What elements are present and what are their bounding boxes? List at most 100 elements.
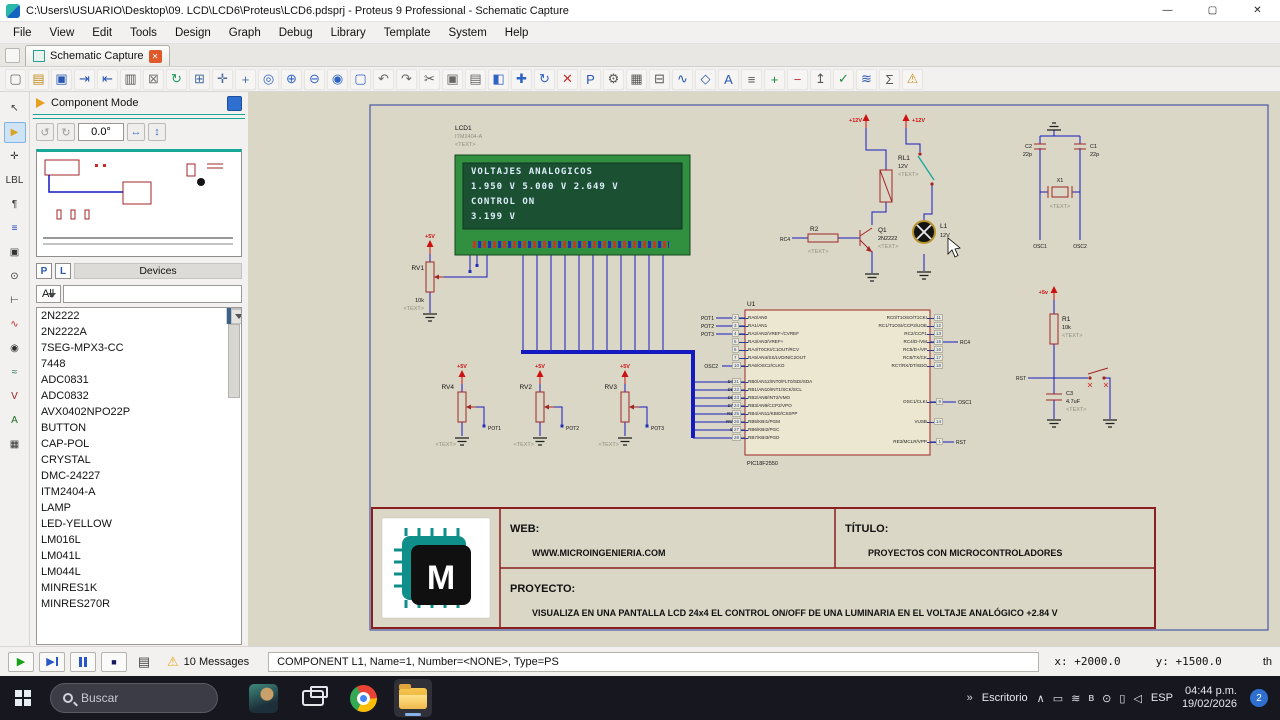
copy-icon[interactable]: ▣ (442, 68, 463, 90)
menu-item[interactable]: Design (166, 22, 220, 44)
current-probe-icon[interactable]: A (4, 410, 26, 431)
root-sheet-icon[interactable] (227, 95, 242, 111)
component-x1[interactable]: X1 <TEXT> (1047, 178, 1073, 210)
language-indicator[interactable]: ESP (1151, 692, 1173, 704)
simulate-step-button[interactable]: ▶ (39, 651, 65, 672)
bill-of-materials-icon[interactable]: Σ (879, 68, 900, 90)
menu-item[interactable]: Debug (270, 22, 322, 44)
menu-item[interactable]: System (439, 22, 495, 44)
packaging-tool-icon[interactable]: ▦ (626, 68, 647, 90)
block-copy-icon[interactable]: ◧ (488, 68, 509, 90)
menu-item[interactable]: View (41, 22, 84, 44)
origin-icon[interactable]: ✛ (212, 68, 233, 90)
menu-item[interactable]: Library (322, 22, 375, 44)
mark-area-icon[interactable]: ⊠ (143, 68, 164, 90)
warning-icon[interactable]: ⚠ (167, 654, 179, 670)
power-12v-icon[interactable] (862, 113, 870, 129)
device-list-scrollbar[interactable] (226, 308, 241, 398)
zoom-in-icon[interactable]: ⊕ (281, 68, 302, 90)
power-12v-icon[interactable] (902, 113, 910, 129)
save-file-icon[interactable]: ▣ (51, 68, 72, 90)
component-c2[interactable]: C2 22p (1023, 143, 1046, 158)
scroll-down-icon[interactable] (231, 309, 241, 324)
tab-close-icon[interactable]: ✕ (148, 49, 162, 63)
simulate-pause-button[interactable] (70, 651, 96, 672)
ground-icon[interactable] (916, 271, 932, 280)
design-explorer-icon[interactable]: ≡ (741, 68, 762, 90)
wire-autorouter-icon[interactable]: ∿ (672, 68, 693, 90)
exit-sheet-icon[interactable]: ↥ (810, 68, 831, 90)
new-sheet-icon[interactable]: + (764, 68, 785, 90)
device-list-item[interactable]: CAP-POL (37, 436, 225, 452)
ground-icon[interactable] (454, 437, 470, 446)
block-move-icon[interactable]: ✚ (511, 68, 532, 90)
ground-icon[interactable] (1046, 419, 1062, 428)
ground-icon[interactable] (1046, 122, 1062, 131)
device-list-item[interactable]: 2N2222A (37, 324, 225, 340)
device-list-item[interactable]: ADC0831 (37, 372, 225, 388)
component-q1[interactable]: Q1 2N2222 <TEXT> (859, 227, 898, 253)
minimize-button[interactable]: — (1145, 0, 1190, 22)
chrome-icon[interactable] (344, 679, 382, 717)
component-l1[interactable]: L1 12V (912, 220, 950, 244)
paste-icon[interactable]: ▤ (465, 68, 486, 90)
keyboard-icon[interactable]: ▤ (132, 653, 156, 671)
virtual-instruments-icon[interactable]: ▦ (4, 434, 26, 455)
zoom-out-icon[interactable]: ⊖ (304, 68, 325, 90)
device-list-item[interactable]: LM044L (37, 564, 225, 580)
redraw-icon[interactable]: ↻ (166, 68, 187, 90)
wire-label-icon[interactable]: LBL (4, 170, 26, 191)
chevron-right-icon[interactable]: » (967, 692, 973, 704)
center-view-icon[interactable]: ◎ (258, 68, 279, 90)
device-filter-input[interactable] (63, 285, 242, 303)
component-rv1[interactable]: RV1 10k <TEXT> (404, 261, 445, 312)
menu-item[interactable]: Edit (83, 22, 121, 44)
close-button[interactable]: ✕ (1235, 0, 1280, 22)
power-5v-icon[interactable] (1050, 285, 1058, 301)
pick-parts-button[interactable]: P (36, 263, 52, 279)
device-list-item[interactable]: CRYSTAL (37, 452, 225, 468)
subcircuit-icon[interactable]: ▣ (4, 242, 26, 263)
network-icon[interactable]: ≋ (1071, 692, 1080, 705)
file-explorer-icon[interactable] (394, 679, 432, 717)
block-delete-icon[interactable]: ✕ (557, 68, 578, 90)
device-list-item[interactable]: LM041L (37, 548, 225, 564)
block-rotate-icon[interactable]: ↻ (534, 68, 555, 90)
device-list-item[interactable]: ADC0832 (37, 388, 225, 404)
taskbar-search[interactable] (50, 683, 218, 713)
device-list-item[interactable]: BUTTON (37, 420, 225, 436)
bluetooth-icon[interactable]: ʙ (1088, 692, 1094, 704)
device-list-item[interactable]: AVX0402NPO22P (37, 404, 225, 420)
zoom-area-icon[interactable]: ▢ (350, 68, 371, 90)
menu-item[interactable]: Tools (121, 22, 166, 44)
open-file-icon[interactable]: ▤ (28, 68, 49, 90)
import-icon[interactable]: ⇥ (74, 68, 95, 90)
scrollbar-thumb[interactable] (228, 324, 240, 398)
task-view-icon[interactable] (294, 679, 332, 717)
volume-icon[interactable]: ◁ (1133, 692, 1141, 705)
rotate-ccw-button[interactable]: ↺ (36, 123, 54, 141)
component-mode-icon[interactable]: ▶ (3, 122, 26, 143)
mirror-vertical-button[interactable]: ↕ (148, 123, 166, 141)
voltage-probe-icon[interactable]: V (4, 386, 26, 407)
ground-icon[interactable] (1102, 419, 1118, 428)
component-r2[interactable]: R2 <TEXT> (807, 226, 839, 255)
simulation-log-icon[interactable]: ⚠ (902, 68, 923, 90)
make-device-icon[interactable]: ⚙ (603, 68, 624, 90)
rotation-angle-input[interactable] (78, 123, 124, 141)
device-list-item[interactable]: LAMP (37, 500, 225, 516)
print-icon[interactable]: ▥ (120, 68, 141, 90)
schematic-overview[interactable] (36, 149, 242, 257)
device-list-item[interactable]: 2N2222 (37, 308, 225, 324)
device-list-item[interactable]: ITM2404-A (37, 484, 225, 500)
device-pins-icon[interactable]: ⊢ (4, 290, 26, 311)
menu-item[interactable]: Template (375, 22, 440, 44)
device-list-item[interactable]: MINRES1K (37, 580, 225, 596)
generator-icon[interactable]: ≈ (4, 362, 26, 383)
tab-schematic-capture[interactable]: Schematic Capture ✕ (25, 45, 170, 66)
power-5v-icon[interactable] (536, 369, 544, 385)
cut-icon[interactable]: ✂ (419, 68, 440, 90)
start-button[interactable] (0, 676, 46, 720)
buses-icon[interactable]: ≡ (4, 218, 26, 239)
clock[interactable]: 04:44 p.m. 19/02/2026 (1182, 685, 1237, 711)
